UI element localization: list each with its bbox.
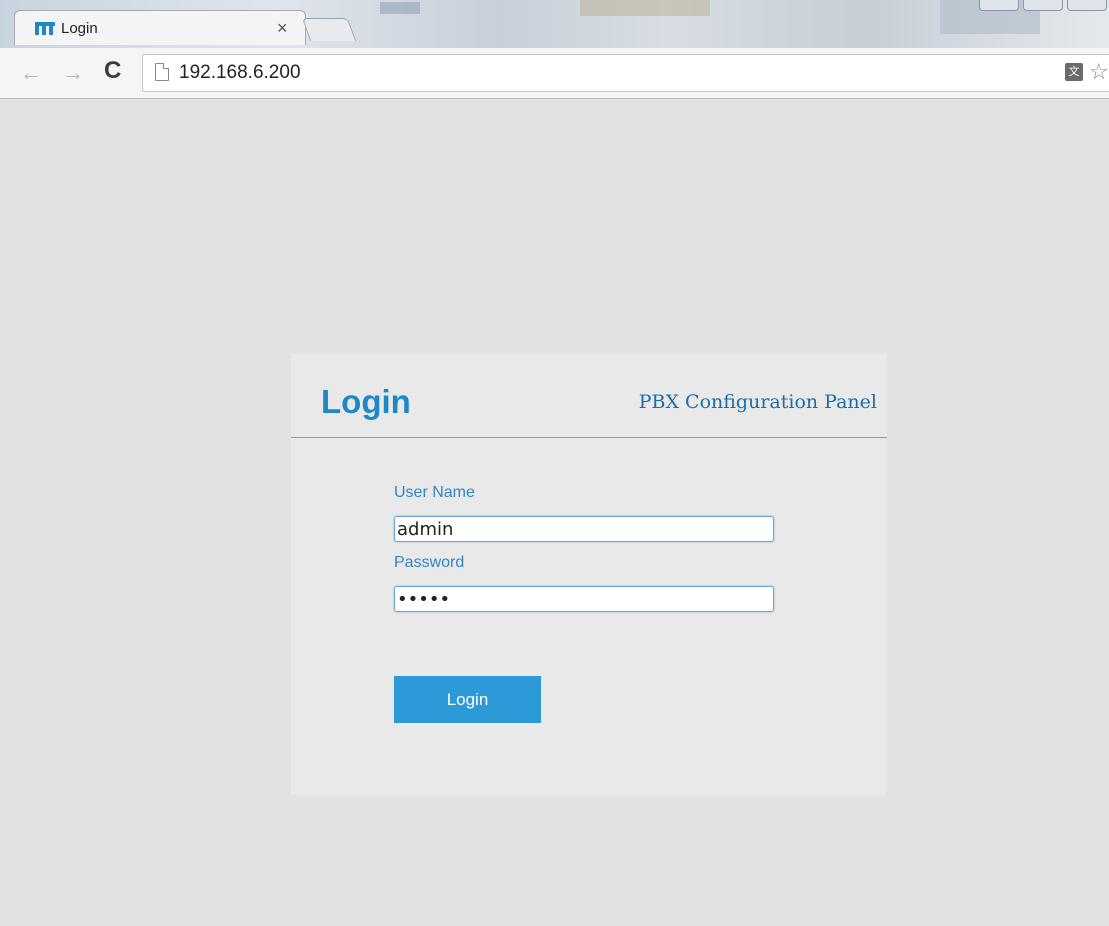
login-button[interactable]: Login bbox=[394, 676, 541, 723]
window-close-button[interactable] bbox=[1067, 0, 1107, 11]
address-bar[interactable]: 192.168.6.200 文 ☆ bbox=[142, 54, 1109, 92]
login-panel: Login PBX Configuration Panel User Name … bbox=[291, 354, 887, 795]
login-panel-header: Login PBX Configuration Panel bbox=[291, 354, 887, 438]
browser-tab[interactable]: Login × bbox=[14, 10, 306, 45]
background-blur bbox=[580, 0, 710, 16]
password-field[interactable] bbox=[394, 586, 774, 612]
panel-subtitle: PBX Configuration Panel bbox=[638, 391, 877, 413]
browser-tab-strip: Login × bbox=[0, 0, 1109, 48]
browser-toolbar: ← → C 192.168.6.200 文 ☆ bbox=[0, 48, 1109, 99]
username-label: User Name bbox=[394, 484, 475, 501]
site-favicon-icon bbox=[35, 22, 55, 35]
page-icon bbox=[155, 63, 169, 81]
username-field[interactable] bbox=[394, 516, 774, 542]
page-title: Login bbox=[321, 383, 411, 420]
forward-arrow-icon[interactable]: → bbox=[62, 60, 84, 86]
reload-icon[interactable]: C bbox=[104, 57, 121, 85]
back-arrow-icon[interactable]: ← bbox=[20, 60, 42, 86]
background-blur bbox=[380, 2, 420, 14]
close-icon[interactable]: × bbox=[277, 18, 288, 39]
star-icon[interactable]: ☆ bbox=[1089, 59, 1109, 85]
maximize-button[interactable] bbox=[1023, 0, 1063, 11]
password-label: Password bbox=[394, 554, 465, 571]
new-tab-button[interactable] bbox=[301, 18, 357, 41]
minimize-button[interactable] bbox=[979, 0, 1019, 11]
address-url[interactable]: 192.168.6.200 bbox=[179, 62, 301, 84]
translate-icon[interactable]: 文 bbox=[1065, 63, 1083, 81]
tab-title: Login bbox=[61, 20, 98, 37]
